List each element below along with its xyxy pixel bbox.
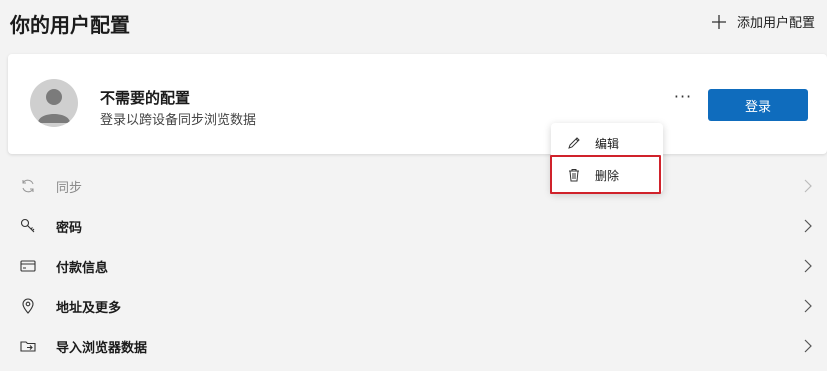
profile-card: 不需要的配置 登录以跨设备同步浏览数据 ··· 登录	[8, 54, 827, 154]
pencil-icon	[568, 137, 580, 149]
settings-item-label: 导入浏览器数据	[56, 340, 148, 356]
add-profile-button[interactable]: 添加用户配置	[711, 12, 815, 31]
settings-item-label: 同步	[56, 180, 83, 196]
chevron-right-icon	[804, 179, 812, 193]
page-title: 你的用户配置	[10, 13, 130, 37]
plus-icon	[711, 14, 726, 29]
profile-subtitle: 登录以跨设备同步浏览数据	[100, 113, 257, 128]
menu-item-delete[interactable]: 删除	[551, 159, 663, 191]
add-profile-label: 添加用户配置	[736, 16, 815, 31]
avatar	[30, 79, 78, 127]
more-options-button[interactable]: ···	[672, 89, 694, 110]
login-button[interactable]: 登录	[708, 89, 808, 121]
settings-item-sync[interactable]: 同步	[0, 166, 827, 206]
trash-icon	[569, 169, 579, 182]
menu-item-edit[interactable]: 编辑	[551, 127, 663, 159]
chevron-right-icon	[804, 259, 812, 273]
settings-item-addresses[interactable]: 地址及更多	[0, 286, 827, 326]
profile-name: 不需要的配置	[100, 89, 191, 107]
key-icon	[20, 218, 35, 233]
context-menu: 编辑 删除	[551, 123, 663, 193]
chevron-right-icon	[804, 219, 812, 233]
chevron-right-icon	[804, 339, 812, 353]
menu-item-label: 删除	[595, 168, 620, 183]
sync-icon	[22, 179, 34, 193]
settings-item-label: 地址及更多	[56, 300, 122, 316]
chevron-right-icon	[804, 299, 812, 313]
menu-item-label: 编辑	[595, 136, 620, 151]
settings-item-payment[interactable]: 付款信息	[0, 246, 827, 286]
settings-item-label: 付款信息	[56, 260, 109, 276]
settings-item-import[interactable]: 导入浏览器数据	[0, 326, 827, 366]
import-icon	[20, 341, 36, 352]
card-icon	[20, 260, 36, 272]
location-pin-icon	[22, 298, 34, 314]
settings-item-passwords[interactable]: 密码	[0, 206, 827, 246]
person-icon	[38, 89, 70, 123]
settings-item-label: 密码	[56, 220, 83, 236]
